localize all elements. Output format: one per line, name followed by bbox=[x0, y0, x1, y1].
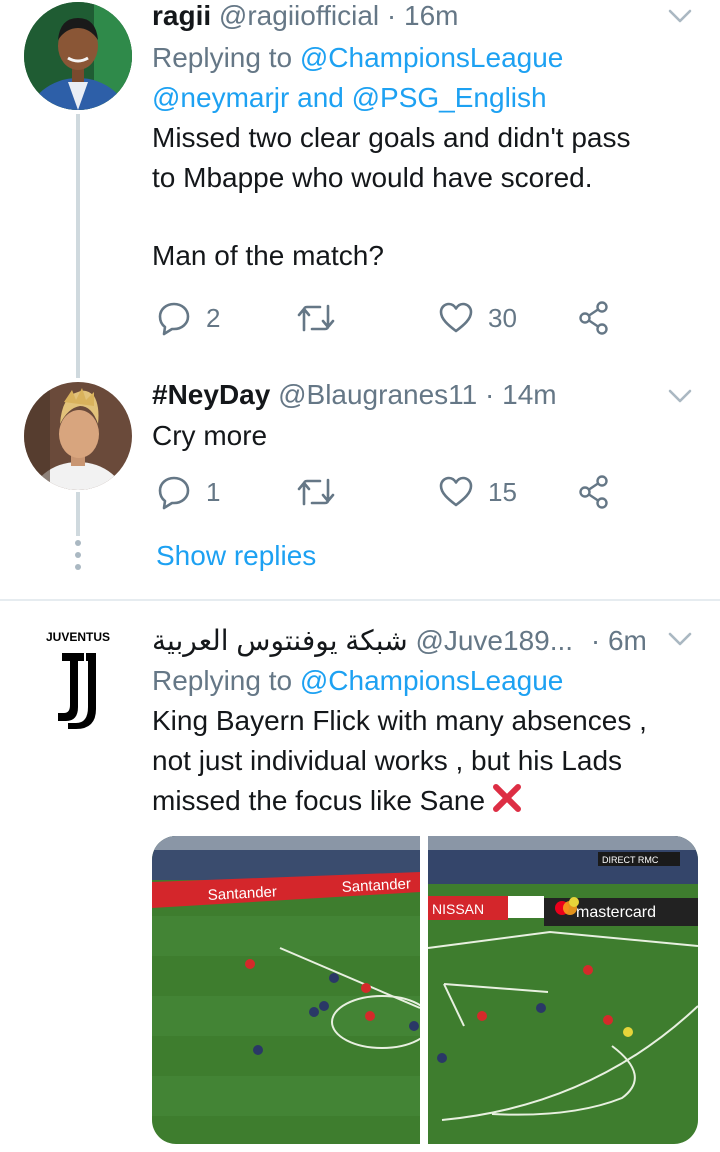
heart-icon bbox=[439, 302, 473, 333]
mention-link[interactable]: @ChampionsLeague bbox=[300, 42, 563, 73]
reply-button[interactable]: 2 bbox=[156, 296, 220, 340]
tweet-text-line: Man of the match? bbox=[152, 240, 384, 271]
share-icon bbox=[579, 475, 608, 509]
avatar-photo bbox=[24, 2, 132, 110]
handle[interactable]: @Juve189... bbox=[415, 625, 573, 656]
media-image-right[interactable]: NISSAN mastercard DIRECT RMC bbox=[427, 836, 698, 1144]
reply-count: 2 bbox=[206, 302, 221, 333]
tweet-ragii: ragii @ragiiofficial · 16m Replying to @… bbox=[0, 0, 720, 372]
share-button[interactable] bbox=[578, 296, 610, 340]
banner-text: NISSAN bbox=[432, 901, 484, 917]
reply-count: 1 bbox=[206, 476, 221, 507]
handle[interactable]: @Blaugranes11 bbox=[278, 379, 477, 410]
thread-line bbox=[76, 114, 80, 372]
tweet-neyday: #NeyDay @Blaugranes11 · 14m Cry more 1 1… bbox=[0, 368, 720, 600]
tweet-text: Cry more bbox=[152, 420, 268, 451]
timestamp[interactable]: 16m bbox=[404, 0, 458, 31]
separator: · bbox=[386, 0, 397, 31]
banner-text: Santander bbox=[207, 883, 277, 904]
display-name[interactable]: شبكة يوفنتوس العربية bbox=[152, 625, 408, 656]
separator: · bbox=[590, 625, 601, 656]
media-image-left[interactable]: Santander Santander bbox=[152, 836, 433, 1144]
replying-prefix: Replying to bbox=[152, 42, 293, 73]
tweet-actions: 2 30 bbox=[152, 296, 652, 340]
reply-icon bbox=[158, 476, 190, 510]
tweet-header: ragii @ragiiofficial · 16m bbox=[152, 0, 700, 34]
timestamp[interactable]: 14m bbox=[502, 379, 556, 410]
mention-link[interactable]: @ChampionsLeague bbox=[300, 665, 563, 696]
tweet-text-span: missed the focus like Sane bbox=[152, 785, 486, 816]
replying-prefix: Replying to bbox=[152, 665, 293, 696]
thread-dots bbox=[75, 540, 81, 570]
tweet-content: ragii @ragiiofficial · 16m Replying to @… bbox=[152, 0, 700, 276]
tv-logo: DIRECT RMC bbox=[602, 855, 659, 865]
display-name[interactable]: ragii bbox=[152, 0, 211, 31]
heart-icon bbox=[439, 476, 473, 507]
chevron-down-icon[interactable] bbox=[666, 625, 694, 653]
like-button[interactable]: 15 bbox=[438, 470, 517, 514]
juventus-logo: JUVENTUS bbox=[24, 625, 132, 733]
juventus-logo-text: JUVENTUS bbox=[46, 630, 110, 644]
tweet-media[interactable]: Santander Santander NISSAN mastercard DI… bbox=[152, 836, 698, 1144]
show-replies-link[interactable]: Show replies bbox=[156, 536, 316, 576]
retweet-icon bbox=[297, 478, 335, 506]
replying-to: Replying to @ChampionsLeague bbox=[152, 38, 700, 78]
mention-link[interactable]: @neymarjr bbox=[152, 82, 289, 113]
retweet-button[interactable] bbox=[296, 296, 350, 340]
chevron-down-icon[interactable] bbox=[666, 382, 694, 410]
retweet-icon bbox=[297, 304, 335, 332]
tweet-text-line-last: missed the focus like Sane bbox=[152, 781, 700, 821]
like-count: 30 bbox=[488, 302, 517, 333]
reply-icon bbox=[158, 302, 190, 336]
tweet-text-line: not just individual works , but his Lads bbox=[152, 745, 623, 776]
share-button[interactable] bbox=[578, 470, 610, 514]
tweet-content: شبكة يوفنتوس العربية @Juve189... · 6m Re… bbox=[152, 621, 700, 821]
thread-line bbox=[76, 368, 80, 378]
display-name[interactable]: #NeyDay bbox=[152, 379, 270, 410]
separator: · bbox=[485, 379, 495, 410]
timestamp[interactable]: 6m bbox=[608, 625, 647, 656]
banner-text: Santander bbox=[341, 875, 411, 896]
banner-text: mastercard bbox=[576, 904, 656, 921]
avatar-photo bbox=[24, 382, 132, 490]
like-button[interactable]: 30 bbox=[438, 296, 517, 340]
tweet-text-line: Missed two clear goals and didn't pass bbox=[152, 122, 631, 153]
avatar[interactable] bbox=[24, 382, 132, 490]
tweet-text-line: King Bayern Flick with many absences , bbox=[152, 705, 647, 736]
tweet-text: Missed two clear goals and didn't pass t… bbox=[152, 118, 700, 276]
chevron-down-icon[interactable] bbox=[666, 2, 694, 30]
cross-mark-icon bbox=[493, 784, 522, 812]
mention-link[interactable]: @PSG_English bbox=[352, 82, 547, 113]
media-images: Santander Santander NISSAN mastercard DI… bbox=[152, 836, 698, 1144]
retweet-button[interactable] bbox=[296, 470, 350, 514]
reply-button[interactable]: 1 bbox=[156, 470, 220, 514]
replying-to: Replying to @ChampionsLeague bbox=[152, 661, 700, 701]
tweet-text-line: to Mbappe who would have scored. bbox=[152, 162, 593, 193]
tweet-header: #NeyDay @Blaugranes11 · 14m bbox=[152, 378, 700, 412]
thread-line bbox=[76, 492, 80, 536]
avatar[interactable] bbox=[24, 2, 132, 110]
tweet-text-line bbox=[152, 198, 700, 236]
tweet-text: King Bayern Flick with many absences , n… bbox=[152, 701, 700, 821]
and-word: and bbox=[297, 82, 344, 113]
tweet-header: شبكة يوفنتوس العربية @Juve189... · 6m bbox=[152, 621, 700, 661]
handle[interactable]: @ragiiofficial bbox=[219, 0, 379, 31]
avatar[interactable]: JUVENTUS bbox=[24, 625, 132, 733]
replying-to-continued: @neymarjr and @PSG_English bbox=[152, 78, 700, 118]
tweet-actions: 1 15 bbox=[152, 470, 652, 514]
like-count: 15 bbox=[488, 476, 517, 507]
tweet-content: #NeyDay @Blaugranes11 · 14m Cry more bbox=[152, 378, 700, 456]
share-icon bbox=[579, 301, 608, 335]
